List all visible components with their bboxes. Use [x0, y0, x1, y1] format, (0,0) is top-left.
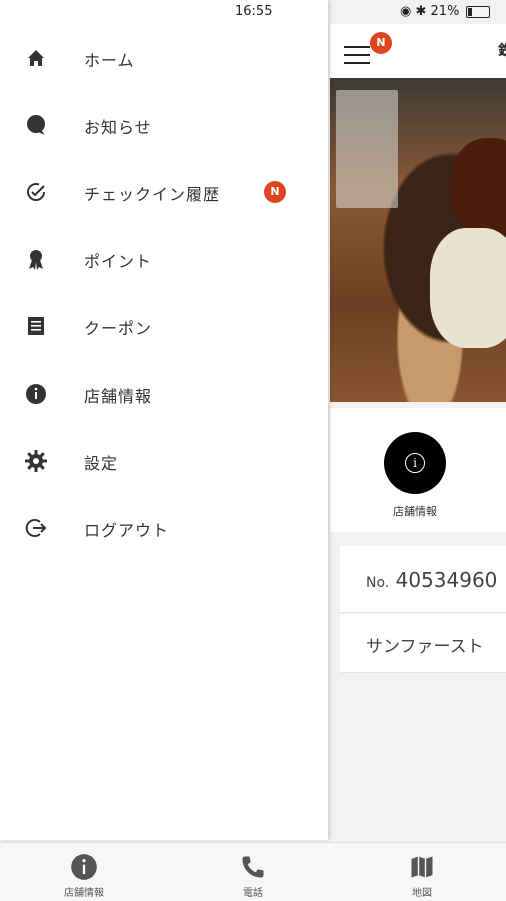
drawer-item-home[interactable]: ホーム [0, 28, 328, 88]
store-info-label: 店舗情報 [393, 505, 437, 518]
hamburger-menu-button[interactable] [344, 46, 370, 66]
check-circle-icon [27, 183, 45, 201]
member-number: 40534960 [395, 568, 498, 592]
member-number-card[interactable]: No. 40534960 [340, 546, 506, 613]
phone-icon [242, 856, 264, 878]
chat-bubble-icon [27, 115, 45, 135]
status-bar-right: ◉ ✱ 21% [400, 4, 490, 19]
member-no-prefix: No. [366, 575, 390, 591]
drawer-item-news[interactable]: お知らせ [0, 95, 328, 155]
drawer-item-label: チェックイン履歴 [84, 185, 221, 204]
action-row: i 店舗情報 [330, 408, 506, 532]
coupon-list-icon [28, 317, 44, 335]
hero-image [330, 78, 506, 402]
location-icon: ◉ [400, 4, 412, 19]
drawer-item-coupons[interactable]: クーポン [0, 296, 328, 356]
notification-badge: N [370, 32, 392, 54]
map-icon [411, 856, 433, 878]
info-icon [71, 854, 97, 880]
drawer-item-label: ポイント [84, 252, 153, 271]
store-name-card[interactable]: サンファースト [340, 614, 506, 673]
drawer-item-checkin-history[interactable]: チェックイン履歴 N [0, 162, 328, 222]
drawer-item-store-info[interactable]: 店舗情報 [0, 364, 328, 424]
tab-label: 電話 [243, 888, 263, 899]
drawer-item-label: クーポン [84, 319, 153, 338]
tab-label: 地図 [412, 888, 432, 899]
status-time: 16:55 [235, 4, 273, 19]
drawer-item-label: ホーム [84, 51, 135, 70]
app-header: N 鉄 [330, 24, 506, 78]
battery-icon [465, 5, 490, 18]
navigation-drawer: 16:55 ホーム お知らせ チェックイン履歴 N ポイント クーポン 店舗情報 [0, 0, 328, 840]
drawer-item-label: ログアウト [84, 521, 170, 540]
gear-icon [25, 450, 47, 472]
header-title: 鉄 [498, 43, 506, 59]
tab-phone[interactable]: 電話 [169, 843, 337, 901]
bottom-tab-bar: 店舗情報 電話 地図 [0, 842, 506, 901]
info-icon [26, 384, 46, 404]
drawer-item-settings[interactable]: 設定 [0, 431, 328, 491]
tab-label: 店舗情報 [64, 888, 104, 899]
logout-icon [25, 519, 47, 537]
checkin-badge: N [264, 181, 286, 203]
drawer-item-logout[interactable]: ログアウト [0, 498, 328, 558]
tab-store-info[interactable]: 店舗情報 [0, 843, 168, 901]
award-ribbon-icon [29, 250, 43, 270]
home-icon [28, 50, 44, 66]
store-info-button[interactable]: i [384, 432, 446, 494]
battery-percent: 21% [430, 4, 460, 19]
main-content: ◉ ✱ 21% N 鉄 i 店舗情報 No. 40534960 サンファースト [330, 0, 506, 900]
bluetooth-icon: ✱ [415, 4, 427, 19]
store-name: サンファースト [366, 637, 484, 657]
drawer-item-label: 店舗情報 [84, 387, 153, 406]
info-icon: i [405, 453, 425, 473]
tab-map[interactable]: 地図 [338, 843, 506, 901]
drawer-item-label: 設定 [84, 454, 119, 473]
drawer-item-points[interactable]: ポイント [0, 229, 328, 289]
drawer-item-label: お知らせ [84, 118, 152, 137]
